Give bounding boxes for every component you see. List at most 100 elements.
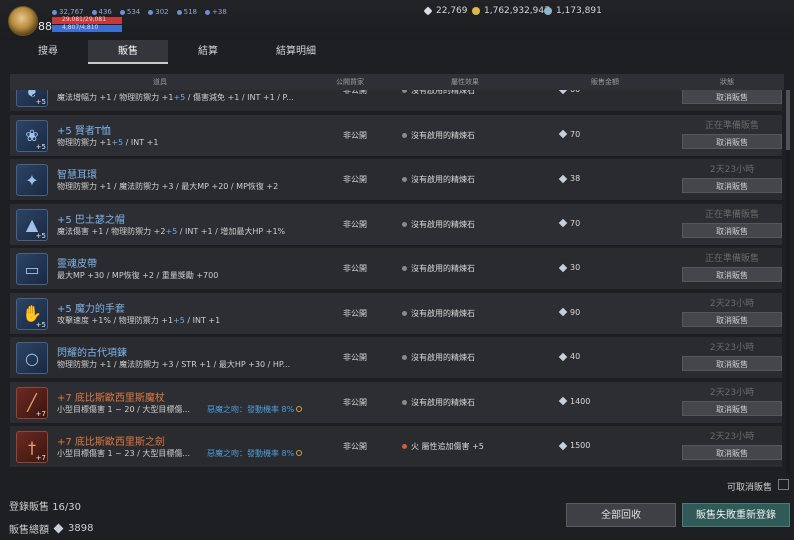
- set-effect: 惡魔之吻：發動機率 8%: [207, 404, 303, 415]
- stat-icon: [148, 9, 154, 15]
- item-stats-text: 小型目標傷害 1 ~ 23 / 大型目標傷...: [57, 449, 191, 458]
- sale-status: 正在準備販售: [704, 209, 759, 220]
- cancel-sale-button[interactable]: 取消販售: [682, 222, 782, 238]
- table-row[interactable]: ╱ +7 +7 底比斯歐西里斯魔杖 小型目標傷害 1 ~ 20 / 大型目標傷... 惡…: [10, 381, 782, 424]
- table-row[interactable]: ❀ +5 +5 賢者T恤 物理防禦力 +1+5 / INT +1 非公開 沒有啟用的精煉石…: [10, 114, 782, 157]
- item-name: +5 賢者T恤: [57, 125, 112, 137]
- item-name: 閃耀的古代項鍊: [57, 348, 127, 359]
- item-stats-text: 最大MP +30 / MP恢復 +2 / 重量獎勵 +700: [57, 271, 219, 280]
- item-icon-frame[interactable]: ✋ +5: [16, 297, 48, 330]
- tab-settlement-details[interactable]: 結算明細: [248, 40, 344, 64]
- stat-item: 534: [119, 8, 140, 16]
- relist-failed-button[interactable]: 販售失敗重新登錄: [682, 503, 790, 527]
- header-public: 公開買家: [336, 78, 364, 86]
- effect-bullet-icon: [402, 132, 407, 138]
- collect-all-button[interactable]: 全部回收: [566, 503, 676, 527]
- item-name: +7 底比斯歐西里斯魔杖: [57, 392, 165, 404]
- diamond-icon: [558, 174, 568, 183]
- sale-price: 38: [558, 174, 580, 183]
- item-stats-text: / INT +1 / 增加最大HP +1%: [177, 226, 286, 236]
- total-value: 3898: [68, 523, 94, 534]
- item-stats: 物理防禦力 +1 / 魔法防禦力 +3 / 最大MP +20 / MP恢復 +2: [57, 181, 309, 192]
- stat-icon: [119, 9, 125, 15]
- set-effect-text: 惡魔之吻：發動機率 8%: [207, 404, 295, 414]
- item-name: 靈魂皮帶: [57, 259, 97, 270]
- cancelable-filter-checkbox[interactable]: [778, 479, 789, 490]
- total-label: 販售總額: [9, 525, 49, 536]
- tab-settlement[interactable]: 結算: [168, 40, 248, 64]
- gem-amount: 1,173,891: [556, 6, 602, 16]
- cancel-sale-button[interactable]: 取消販售: [682, 400, 782, 416]
- item-icon-frame[interactable]: ╱ +7: [16, 386, 48, 419]
- table-row[interactable]: ▭ 靈魂皮帶 最大MP +30 / MP恢復 +2 / 重量獎勵 +700 非公開 沒有…: [10, 248, 782, 290]
- table-row[interactable]: ▲ +5 +5 巴土瑟之帽 魔法傷害 +1 / 物理防禦力 +2+5 / INT +1…: [10, 203, 782, 246]
- item-icon-frame[interactable]: ❦ +5: [16, 90, 48, 107]
- diamond-icon: [558, 263, 568, 272]
- item-stats-bonus: +5: [173, 315, 185, 325]
- effect-bullet-icon: [402, 177, 407, 182]
- item-icon-frame[interactable]: ▭: [16, 253, 48, 285]
- public-buyer: 非公開: [343, 397, 367, 407]
- sale-price: 30: [558, 263, 580, 272]
- enhance-level: +7: [35, 409, 46, 418]
- table-row[interactable]: ✦ 智慧耳環 物理防禦力 +1 / 魔法防禦力 +3 / 最大MP +20 / MP…: [10, 159, 782, 201]
- cancel-sale-button[interactable]: 取消販售: [682, 267, 782, 282]
- tab-search[interactable]: 搜尋: [8, 40, 88, 64]
- effect-text: 沒有啟用的精煉石: [411, 353, 475, 362]
- header-effect: 屬性效果: [451, 78, 479, 86]
- cancel-sale-button[interactable]: 取消販售: [682, 133, 782, 149]
- sale-status: 2天23小時: [709, 298, 755, 309]
- magnify-icon[interactable]: [296, 450, 303, 456]
- tab-selling[interactable]: 販售: [88, 40, 168, 64]
- cancel-sale-button[interactable]: 取消販售: [682, 311, 782, 327]
- item-stats: 物理防禦力 +1+5 / INT +1: [57, 137, 309, 148]
- refine-effect: 沒有啟用的精煉石: [402, 130, 475, 141]
- table-row[interactable]: ❦ +5 魔法增幅力 +1 / 物理防禦力 +1+5 / 傷害減免 +1 / INT…: [10, 90, 782, 112]
- table-row[interactable]: ○ 閃耀的古代項鍊 物理防禦力 +1 / 魔法防禦力 +3 / STR +1 / 最…: [10, 337, 782, 379]
- sale-status: 2天23小時: [709, 432, 755, 442]
- list-scrollbar[interactable]: [786, 90, 790, 475]
- gold-amount: 1,762,932,947: [484, 6, 550, 16]
- cancel-sale-button[interactable]: 取消販售: [682, 356, 782, 371]
- stat-power: 32,767: [52, 8, 84, 16]
- sale-price: 1500: [558, 441, 590, 450]
- stat-item: 436: [91, 8, 112, 16]
- effect-bullet-icon: [402, 221, 407, 227]
- belt-icon: ▭: [24, 259, 40, 279]
- cancel-sale-button[interactable]: 取消販售: [682, 178, 782, 193]
- item-icon-frame[interactable]: ✦: [16, 164, 48, 196]
- diamond-icon: [558, 90, 568, 94]
- diamond-icon: [558, 396, 568, 406]
- item-stats-text: 物理防禦力 +1 / 魔法防禦力 +3 / 最大MP +20 / MP恢復 +2: [57, 182, 279, 191]
- item-stats-text: 物理防禦力 +1 / 魔法防禦力 +3 / STR +1 / 最大HP +30 …: [57, 360, 291, 369]
- scrollbar-thumb[interactable]: [786, 90, 790, 150]
- sale-price: 90: [558, 308, 580, 317]
- cancel-sale-button[interactable]: 取消販售: [682, 445, 782, 460]
- item-stats-text: 魔法增幅力 +1 / 物理防禦力 +1: [57, 93, 174, 102]
- diamond-amount: 22,769: [436, 6, 468, 16]
- cancelable-filter-label: 可取消販售: [726, 483, 772, 493]
- refine-effect: 沒有啟用的精煉石: [402, 90, 475, 96]
- refine-effect: 沒有啟用的精煉石: [402, 308, 475, 319]
- character-avatar[interactable]: [8, 6, 38, 36]
- item-stats-text: / 傷害減免 +1 / INT +1 / P...: [185, 93, 294, 102]
- effect-text: 沒有啟用的精煉石: [411, 90, 475, 95]
- gold-coin-icon: [472, 7, 480, 15]
- effect-text: 沒有啟用的精煉石: [411, 130, 475, 140]
- sale-status: 正在準備販售: [704, 120, 759, 131]
- refine-effect: 沒有啟用的精煉石: [402, 174, 475, 185]
- item-icon-frame[interactable]: ❀ +5: [16, 119, 48, 152]
- magnify-icon[interactable]: [296, 405, 303, 412]
- stat-icon: [91, 9, 97, 15]
- item-icon-frame[interactable]: ▲ +5: [16, 208, 48, 241]
- item-stats-bonus: +5: [165, 226, 178, 236]
- item-stats-text: 攻擊速度 +1% / 物理防禦力 +1: [57, 315, 174, 325]
- cancel-sale-button[interactable]: 取消販售: [682, 90, 782, 104]
- table-row[interactable]: † +7 +7 底比斯歐西里斯之劍 小型目標傷害 1 ~ 23 / 大型目標傷... 惡…: [10, 426, 782, 468]
- diamond-balance: 22,769: [423, 6, 468, 16]
- table-row[interactable]: ✋ +5 +5 魔力的手套 攻擊速度 +1% / 物理防禦力 +1+5 / INT +…: [10, 292, 782, 335]
- item-icon-frame[interactable]: † +7: [16, 431, 48, 463]
- refine-effect: 沒有啟用的精煉石: [402, 219, 475, 230]
- stat-item: +38: [205, 8, 227, 16]
- item-icon-frame[interactable]: ○: [16, 342, 48, 374]
